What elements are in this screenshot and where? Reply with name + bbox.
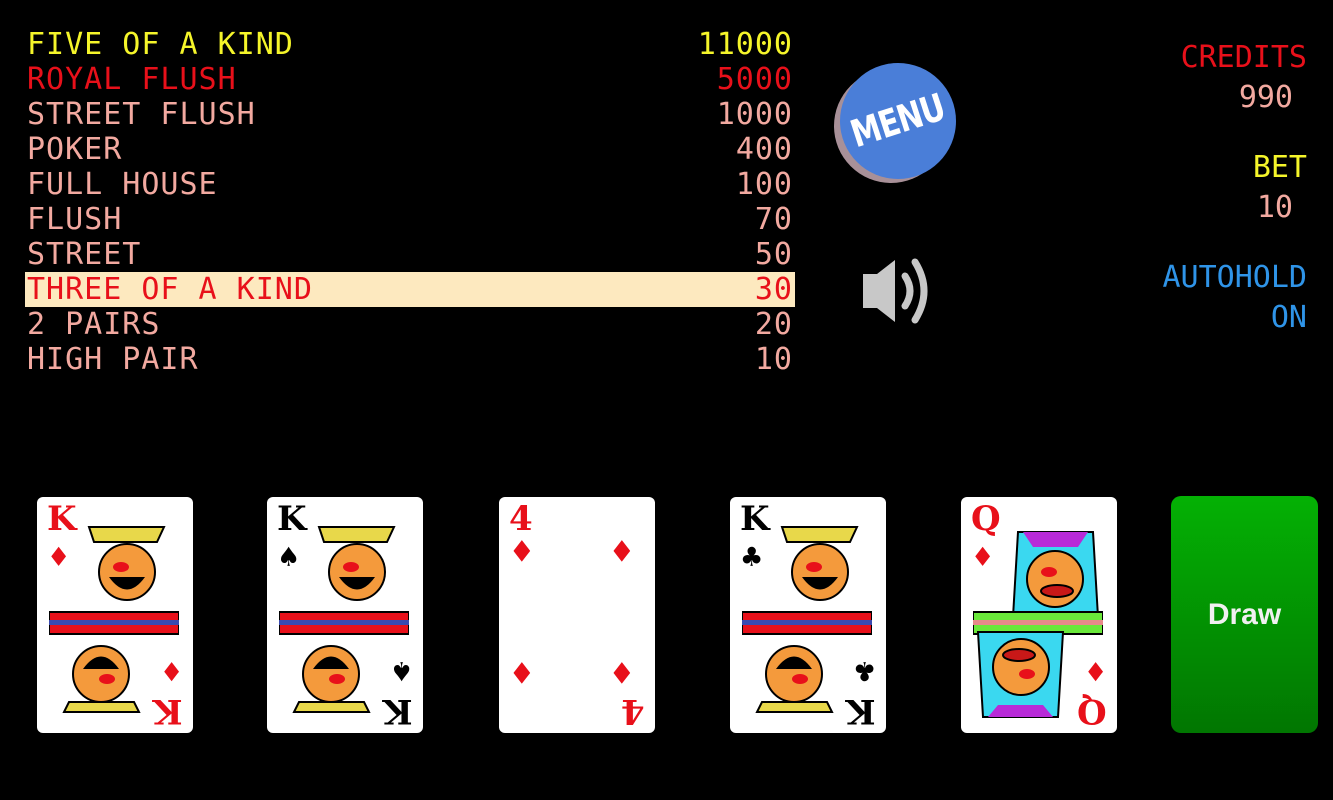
paytable-row-highlighted: THREE OF A KIND 30 <box>25 272 795 307</box>
paytable-row: FIVE OF A KIND 11000 <box>25 27 795 62</box>
speaker-icon <box>863 258 928 324</box>
hand-payout: 30 <box>754 272 793 307</box>
card-rank: 4 <box>621 691 645 731</box>
hand-payout: 70 <box>754 202 793 237</box>
hand-name: ROYAL FLUSH <box>27 62 237 97</box>
hand-payout: 400 <box>735 132 793 167</box>
credits-value: 990 <box>1238 80 1293 115</box>
diamond-icon: ♦ <box>611 654 633 695</box>
card-rank: K <box>846 691 876 731</box>
card-1[interactable]: K ♦ ♦ K <box>37 497 193 733</box>
bet-label[interactable]: BET <box>1163 148 1307 188</box>
paytable-row: STREET 50 <box>25 237 795 272</box>
paytable: FIVE OF A KIND 11000 ROYAL FLUSH 5000 ST… <box>25 27 795 377</box>
menu-button-face: MENU <box>840 63 956 179</box>
diamond-icon: ♦ <box>511 532 533 573</box>
hand-name: FLUSH <box>27 202 123 237</box>
paytable-row: HIGH PAIR 10 <box>25 342 795 377</box>
hand-payout: 100 <box>735 167 793 202</box>
club-icon: ♣ <box>854 652 874 690</box>
paytable-row: 2 PAIRS 20 <box>25 307 795 342</box>
draw-button-label: Draw <box>1207 597 1282 631</box>
hand-payout: 10 <box>754 342 793 377</box>
hand-name: HIGH PAIR <box>27 342 199 377</box>
hand-name: FIVE OF A KIND <box>27 27 294 62</box>
hand-payout: 50 <box>754 237 793 272</box>
bet-value: 10 <box>1256 190 1293 225</box>
diamond-icon: ♦ <box>1085 652 1105 690</box>
hand-payout: 20 <box>754 307 793 342</box>
card-2[interactable]: K ♠ ♠ K <box>267 497 423 733</box>
sound-toggle-button[interactable] <box>855 252 940 332</box>
paytable-row: POKER 400 <box>25 132 795 167</box>
autohold-value[interactable]: ON <box>1163 298 1307 338</box>
autohold-label[interactable]: AUTOHOLD <box>1163 258 1308 298</box>
paytable-row: ROYAL FLUSH 5000 <box>25 62 795 97</box>
menu-button-label: MENU <box>845 85 951 157</box>
hand-payout: 1000 <box>716 97 793 132</box>
draw-button[interactable]: Draw <box>1171 496 1318 733</box>
card-rank: Q <box>1077 691 1107 731</box>
paytable-row: FLUSH 70 <box>25 202 795 237</box>
card-rank: K <box>383 691 413 731</box>
card-4[interactable]: K ♣ ♣ K <box>730 497 886 733</box>
card-rank: K <box>153 691 183 731</box>
hand-name: STREET <box>27 237 142 272</box>
hand-name: FULL HOUSE <box>27 167 218 202</box>
diamond-icon: ♦ <box>511 654 533 695</box>
hand-name: 2 PAIRS <box>27 307 161 342</box>
paytable-row: FULL HOUSE 100 <box>25 167 795 202</box>
card-3[interactable]: 4 ♦ ♦ ♦ ♦ 4 <box>499 497 655 733</box>
hand-payout: 5000 <box>716 62 793 97</box>
hand-payout: 11000 <box>697 27 793 62</box>
card-5[interactable]: Q ♦ ♦ Q <box>961 497 1117 733</box>
video-poker-screen: FIVE OF A KIND 11000 ROYAL FLUSH 5000 ST… <box>0 0 1333 800</box>
hand-name: POKER <box>27 132 123 167</box>
spade-icon: ♠ <box>391 652 411 690</box>
hand-name: STREET FLUSH <box>27 97 256 132</box>
paytable-row: STREET FLUSH 1000 <box>25 97 795 132</box>
status-panel: CREDITS 990 BET 10 AUTOHOLD ON <box>1163 38 1308 338</box>
menu-button[interactable]: MENU <box>834 63 956 185</box>
diamond-icon: ♦ <box>161 652 181 690</box>
diamond-icon: ♦ <box>611 532 633 573</box>
credits-label: CREDITS <box>1180 40 1307 75</box>
hand-name: THREE OF A KIND <box>27 272 313 307</box>
